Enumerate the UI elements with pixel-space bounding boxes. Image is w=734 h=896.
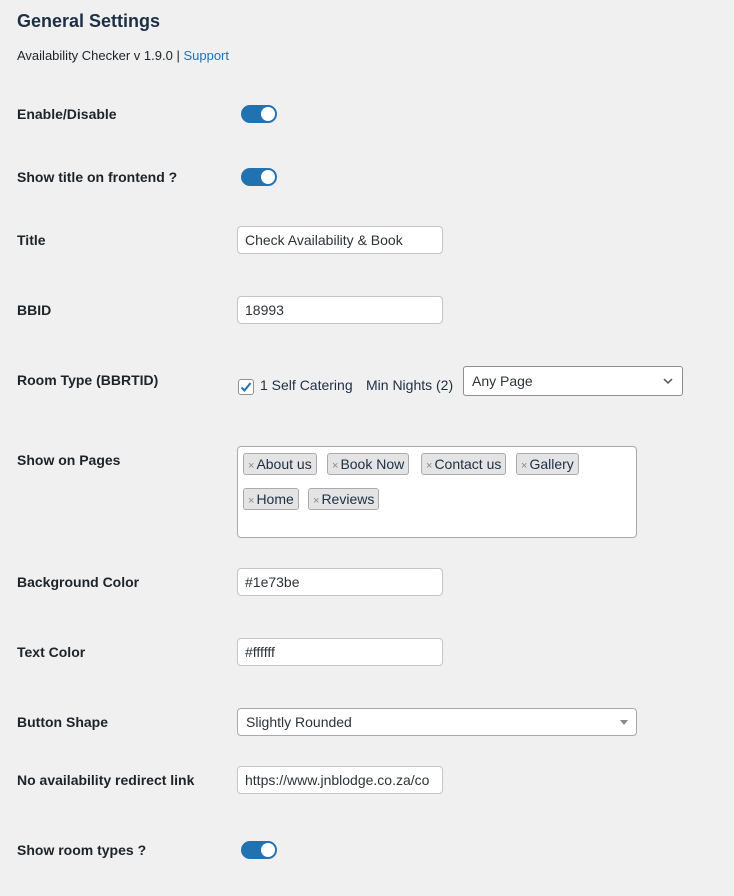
show-title-toggle[interactable] (241, 168, 277, 186)
remove-tag-icon[interactable]: × (313, 495, 319, 507)
text-color-label: Text Color (17, 644, 86, 660)
page-tag: × Gallery (516, 453, 579, 475)
tag-label: Reviews (321, 491, 375, 507)
remove-tag-icon[interactable]: × (248, 495, 254, 507)
tag-label: Home (256, 491, 294, 507)
show-room-types-toggle[interactable] (241, 841, 277, 859)
remove-tag-icon[interactable]: × (521, 460, 527, 472)
show-title-label: Show title on frontend ? (17, 169, 178, 185)
tag-label: Book Now (340, 456, 405, 472)
show-on-pages-label: Show on Pages (17, 452, 121, 468)
redirect-link-input[interactable]: https://www.jnblodge.co.za/co (237, 766, 443, 794)
button-shape-select[interactable]: Slightly Rounded (237, 708, 637, 736)
page-tag: × Contact us (421, 453, 507, 475)
tag-label: Contact us (434, 456, 502, 472)
remove-tag-icon[interactable]: × (248, 460, 254, 472)
bbid-input[interactable]: 18993 (237, 296, 443, 324)
toggle-knob (261, 107, 275, 121)
show-room-types-label: Show room types ? (17, 842, 147, 858)
title-label: Title (17, 232, 46, 248)
page-tag: × Home (243, 488, 299, 510)
version-text: Availability Checker v 1.9.0 | (17, 48, 180, 63)
min-nights-text: Min Nights (2) (366, 377, 454, 393)
remove-tag-icon[interactable]: × (426, 460, 432, 472)
background-color-input[interactable]: #1e73be (237, 568, 443, 596)
title-input[interactable]: Check Availability & Book (237, 226, 443, 254)
enable-disable-toggle[interactable] (241, 105, 277, 123)
chevron-down-icon (663, 378, 673, 385)
room-type-checkbox[interactable] (238, 379, 254, 395)
tag-label: About us (256, 456, 312, 472)
bbid-label: BBID (17, 302, 52, 318)
room-type-option-label: 1 Self Catering (260, 377, 353, 393)
button-shape-value: Slightly Rounded (246, 714, 352, 730)
toggle-knob (261, 170, 275, 184)
checkmark-icon (240, 382, 252, 392)
support-link[interactable]: Support (183, 48, 229, 63)
plugin-version: Availability Checker v 1.9.0 | Support (17, 48, 229, 63)
page-tag: × Book Now (327, 453, 410, 475)
text-color-input[interactable]: #ffffff (237, 638, 443, 666)
enable-disable-label: Enable/Disable (17, 106, 117, 122)
pages-multiselect[interactable]: × About us × Book Now × Contact us × Gallery… (237, 446, 637, 538)
remove-tag-icon[interactable]: × (332, 460, 338, 472)
button-shape-label: Button Shape (17, 714, 108, 730)
dropdown-arrow-icon (620, 720, 628, 725)
background-color-label: Background Color (17, 574, 140, 590)
page-tag: × About us (243, 453, 317, 475)
room-type-label: Room Type (BBRTID) (17, 372, 159, 388)
page-select[interactable]: Any Page (463, 366, 683, 396)
page-tag: × Reviews (308, 488, 380, 510)
page-select-value: Any Page (472, 373, 533, 389)
tag-label: Gallery (529, 456, 574, 472)
toggle-knob (261, 843, 275, 857)
redirect-link-label: No availability redirect link (17, 772, 195, 788)
page-title: General Settings (17, 11, 161, 31)
